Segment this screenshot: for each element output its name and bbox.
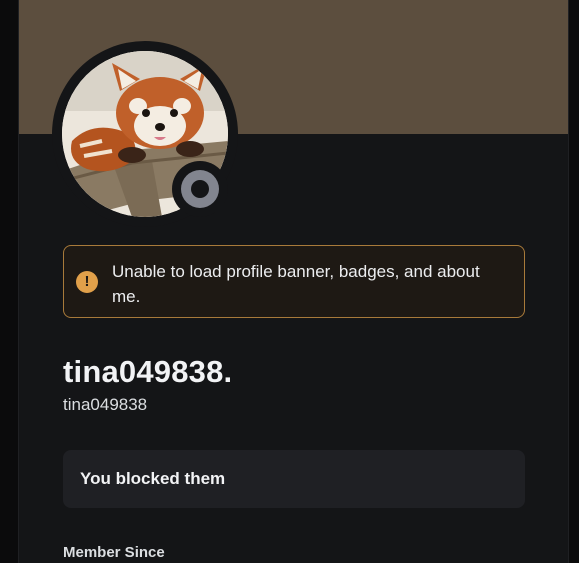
member-since-heading: Member Since <box>63 544 165 561</box>
display-name: tina049838. <box>63 354 233 389</box>
status-indicator <box>172 161 228 217</box>
username: tina049838 <box>63 395 148 414</box>
profile-panel: ! Unable to load profile banner, badges,… <box>18 0 569 563</box>
load-warning-banner: ! Unable to load profile banner, badges,… <box>63 245 525 318</box>
blocked-notice: You blocked them <box>63 450 525 508</box>
offline-status-icon <box>181 170 219 208</box>
blocked-label: You blocked them <box>80 469 226 488</box>
exclamation-icon: ! <box>76 271 98 293</box>
avatar-container[interactable] <box>52 41 238 227</box>
warning-message: Unable to load profile banner, badges, a… <box>112 262 480 306</box>
